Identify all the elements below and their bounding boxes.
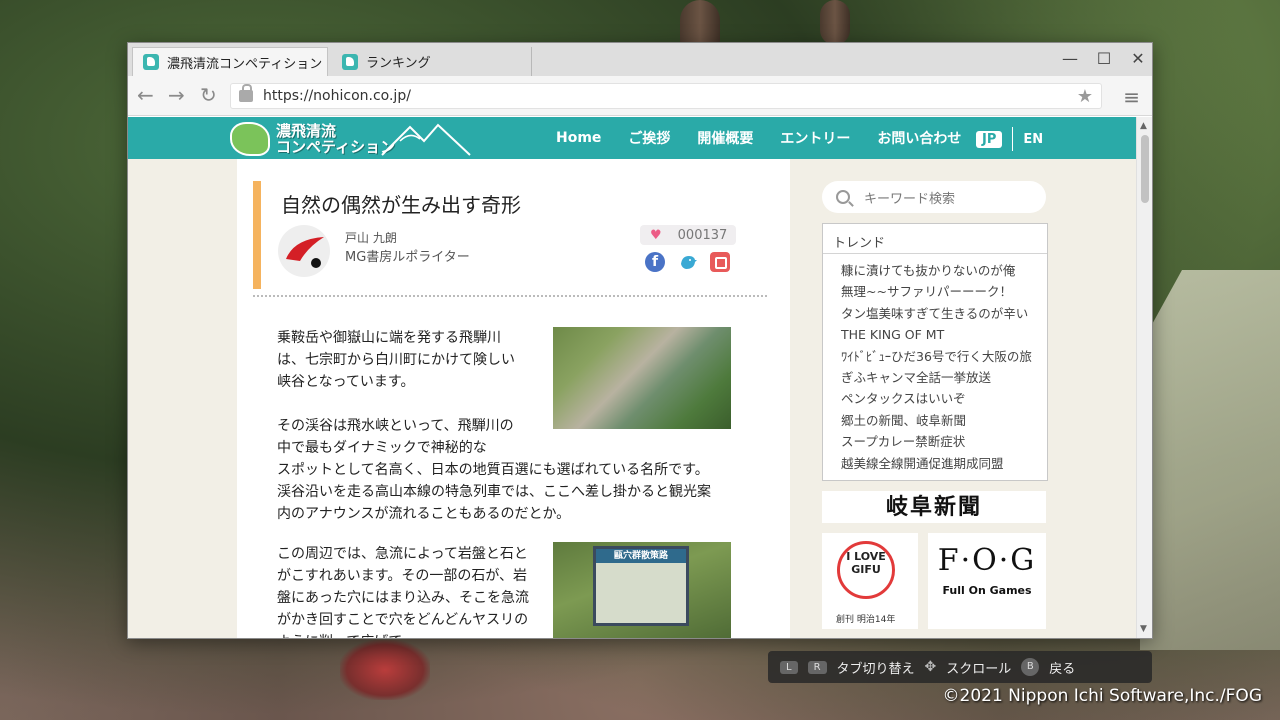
tab-label: ランキング	[366, 56, 431, 71]
article-divider	[253, 295, 767, 297]
nav-home[interactable]: Home	[556, 130, 601, 146]
nav-entry[interactable]: エントリー	[780, 128, 850, 148]
maximize-icon[interactable]: ☐	[1096, 49, 1112, 68]
bookmark-star-icon[interactable]: ★	[1077, 86, 1093, 107]
trend-item[interactable]: 越美線全線開通促進期成同盟	[841, 453, 1047, 474]
window-controls: — ☐ ✕	[1062, 49, 1146, 68]
i-love-gifu-banner[interactable]: I LOVE GIFU 創刊 明治14年	[822, 533, 918, 629]
trend-item[interactable]: タン塩美味すぎて生きるのが辛い	[841, 303, 1047, 324]
lang-en-button[interactable]: EN	[1023, 132, 1043, 147]
forward-arrow-icon[interactable]: →	[168, 85, 185, 105]
language-switch: JP EN	[976, 127, 1043, 151]
page-viewport: 濃飛清流 コンペティション Home ご挨拶 開催概要 エントリー お問い合わせ…	[128, 117, 1138, 638]
controller-hints: L R タブ切り替え ✥ スクロール B 戻る	[768, 651, 1152, 683]
lock-icon	[239, 84, 253, 102]
trail-sign: 甌穴群散策路	[593, 546, 689, 626]
trend-item[interactable]: スープカレー禁断症状	[841, 431, 1047, 452]
camp-stove-background	[340, 640, 430, 700]
scroll-hint: スクロール	[946, 661, 1012, 677]
trend-item[interactable]: ﾜｲﾄﾞﾋﾞｭｰひだ36号で行く大阪の旅	[841, 346, 1047, 367]
fog-subtext: Full On Games	[942, 584, 1032, 597]
scrollbar[interactable]: ▲ ▼	[1136, 117, 1152, 638]
tab-bar: 濃飛清流コンペティション ランキング — ☐ ✕	[128, 43, 1152, 76]
url-text: https://nohicon.co.jp/	[263, 88, 411, 104]
back-hint: 戻る	[1049, 661, 1076, 677]
trend-item[interactable]: THE KING OF MT	[841, 324, 1047, 345]
article-paragraph: スポットとして名高く、日本の地質百選にも選ばれている名所です。渓谷沿いを走る高山…	[277, 462, 711, 522]
l-button-icon: L	[780, 660, 798, 674]
ilove-subtext: 創刊 明治14年	[836, 615, 896, 625]
logo-text: 濃飛清流 コンペティション	[276, 122, 396, 156]
author-avatar	[278, 225, 330, 277]
site-logo[interactable]: 濃飛清流 コンペティション	[230, 119, 471, 159]
author-role: MG書房ルポライター	[345, 250, 470, 265]
search-placeholder: キーワード検索	[864, 191, 956, 207]
lang-divider	[1012, 127, 1014, 151]
search-icon	[836, 190, 850, 204]
article-paragraph: その渓谷は飛水峡といって、飛騨川の中で最もダイナミックで神秘的な	[277, 418, 514, 456]
trend-item[interactable]: ぎふキャンマ全話一挙放送	[841, 367, 1047, 388]
trend-item[interactable]: 無理~~サファリパーーーク！	[841, 281, 1047, 302]
tree-trunk	[820, 0, 850, 45]
trend-item[interactable]: ペンタックスはいいぞ	[841, 388, 1047, 409]
article-title: 自然の偶然が生み出す奇形	[281, 193, 521, 217]
trend-item[interactable]: 郷土の新聞、岐阜新聞	[841, 410, 1047, 431]
back-arrow-icon[interactable]: ←	[137, 85, 154, 105]
gifu-map-icon	[230, 122, 270, 156]
fog-banner[interactable]: F·O·G Full On Games	[928, 533, 1046, 629]
gorge-photo	[553, 327, 731, 429]
heart-icon: ♥	[650, 227, 662, 243]
nav-overview[interactable]: 開催概要	[697, 128, 753, 148]
site-favicon-icon	[342, 53, 358, 70]
scroll-down-icon[interactable]: ▼	[1140, 624, 1147, 634]
tab-nohicon[interactable]: 濃飛清流コンペティション	[132, 47, 328, 76]
article: 自然の偶然が生み出す奇形 戸山 九朗 MG書房ルポライター ♥ 000137 f…	[237, 159, 790, 638]
tab-ranking[interactable]: ランキング	[332, 47, 532, 76]
url-input[interactable]: https://nohicon.co.jp/ ★	[230, 83, 1102, 109]
close-icon[interactable]: ✕	[1130, 49, 1146, 68]
scroll-up-icon[interactable]: ▲	[1140, 121, 1147, 131]
minimize-icon[interactable]: —	[1062, 49, 1078, 68]
sign-title: 甌穴群散策路	[596, 549, 686, 563]
tab-label: 濃飛清流コンペティション	[167, 56, 323, 72]
facebook-share-icon[interactable]: f	[645, 252, 665, 272]
copyright: ©2021 Nippon Ichi Software,Inc./FOG	[942, 686, 1262, 706]
author-name: 戸山 九朗	[345, 231, 397, 245]
instagram-share-icon[interactable]	[710, 252, 730, 272]
scroll-thumb[interactable]	[1141, 135, 1149, 203]
brush-logo-icon	[286, 237, 324, 268]
site-favicon-icon	[143, 54, 159, 70]
nav-greeting[interactable]: ご挨拶	[628, 128, 670, 148]
browser-window: 濃飛清流コンペティション ランキング — ☐ ✕ ← → ↻ https://n…	[127, 42, 1153, 639]
reload-icon[interactable]: ↻	[200, 85, 217, 105]
search-input[interactable]: キーワード検索	[822, 181, 1046, 213]
trend-box: トレンド 糠に漬けても抜かりないのが俺 無理~~サファリパーーーク！ タン塩美味…	[822, 223, 1048, 481]
tab-switch-hint: タブ切り替え	[836, 661, 915, 677]
trend-item[interactable]: 糠に漬けても抜かりないのが俺	[841, 260, 1047, 281]
bird-share-icon[interactable]	[678, 252, 698, 272]
nav-contact[interactable]: お問い合わせ	[877, 128, 961, 148]
fog-logo: F·O·G	[937, 543, 1037, 578]
trend-list: 糠に漬けても抜かりないのが俺 無理~~サファリパーーーク！ タン塩美味すぎて生き…	[823, 254, 1047, 474]
r-button-icon: R	[807, 660, 827, 674]
title-accent-bar	[253, 181, 261, 289]
site-nav: Home ご挨拶 開催概要 エントリー お問い合わせ	[556, 117, 961, 159]
trend-title: トレンド	[823, 224, 1047, 254]
address-bar: ← → ↻ https://nohicon.co.jp/ ★ ≡	[128, 76, 1152, 116]
site-header: 濃飛清流 コンペティション Home ご挨拶 開催概要 エントリー お問い合わせ…	[128, 117, 1138, 159]
i-love-gifu-text: I LOVE GIFU	[837, 541, 895, 599]
sign-photo: 甌穴群散策路	[553, 542, 731, 638]
menu-icon[interactable]: ≡	[1123, 85, 1140, 109]
article-paragraph: この周辺では、急流によって岩盤と石とがこすれあいます。その一部の石が、岩盤にあっ…	[277, 546, 529, 638]
b-button-icon: B	[1021, 658, 1040, 676]
dpad-icon: ✥	[924, 659, 937, 675]
tent-background	[1140, 270, 1280, 650]
article-paragraph: 乗鞍岳や御嶽山に端を発する飛騨川は、七宗町から白川町にかけて険しい峡谷となってい…	[277, 330, 515, 390]
mountain-icon	[381, 123, 471, 156]
lang-jp-button[interactable]: JP	[976, 130, 1003, 148]
like-counter[interactable]: ♥ 000137	[640, 225, 736, 245]
like-count: 000137	[677, 227, 728, 243]
gifu-shimbun-banner[interactable]: 岐阜新聞	[822, 491, 1046, 523]
